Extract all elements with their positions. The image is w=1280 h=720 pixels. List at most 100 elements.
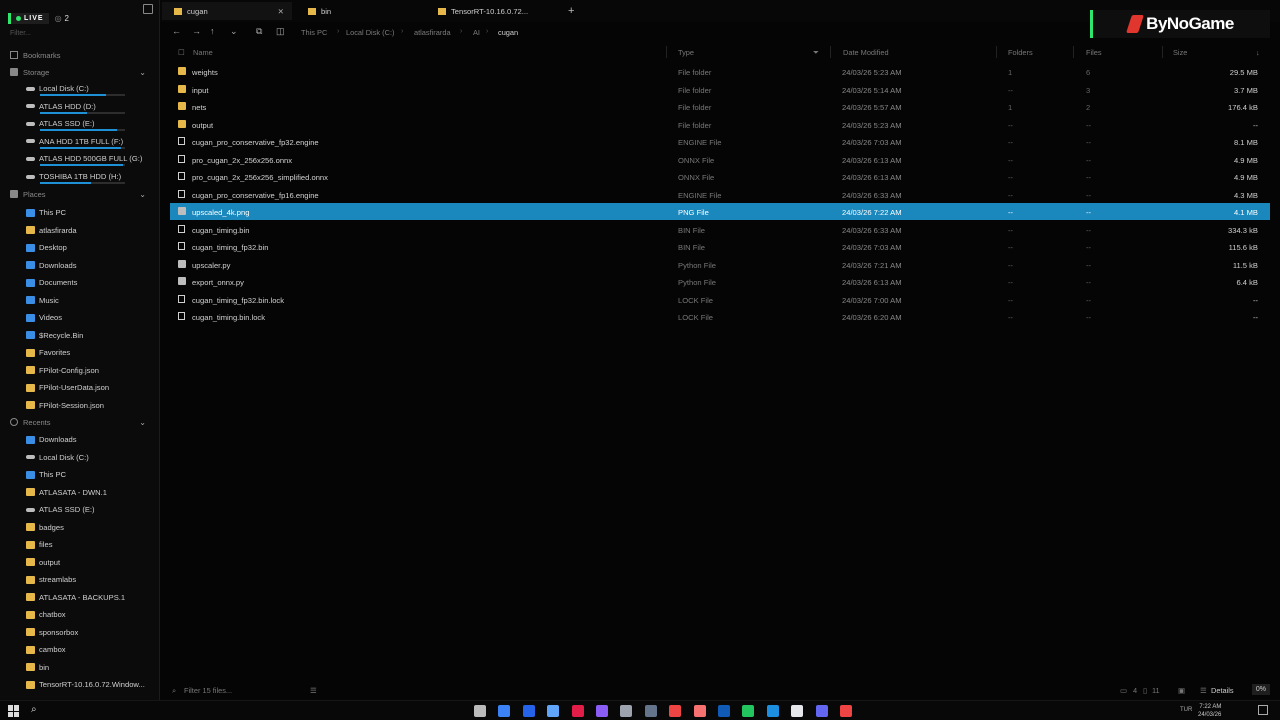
app-icon[interactable] [718, 705, 730, 717]
recents-item[interactable]: chatbox [0, 606, 160, 623]
places-item[interactable]: $Recycle.Bin [0, 327, 160, 344]
app-icon[interactable] [620, 705, 633, 717]
vscode-app-icon[interactable] [766, 705, 779, 717]
places-item[interactable]: atlasfirarda [0, 222, 160, 239]
recents-item[interactable]: TensorRT-10.16.0.72.Window... [0, 676, 160, 693]
column-size[interactable]: Size [1173, 48, 1187, 57]
places-item[interactable]: FPilot-Session.json [0, 397, 160, 414]
chevron-down-icon[interactable]: ⌄ [139, 190, 146, 199]
bookmarks-section[interactable]: Bookmarks [0, 48, 160, 62]
recents-item[interactable]: cambox [0, 641, 160, 658]
recents-item[interactable]: Downloads [0, 431, 160, 448]
tab-bin[interactable]: bin [296, 2, 426, 20]
chevron-down-icon[interactable]: ⌄ [139, 418, 146, 427]
recents-item[interactable]: streamlabs [0, 571, 160, 588]
places-item[interactable]: Videos [0, 309, 160, 326]
column-type[interactable]: Type [678, 48, 694, 57]
new-tab-icon[interactable]: + [568, 5, 574, 17]
column-files[interactable]: Files [1086, 48, 1102, 57]
breadcrumb-item[interactable]: Local Disk (C:) [346, 28, 394, 37]
recents-item[interactable]: sponsorbox [0, 624, 160, 641]
up-arrow-icon[interactable]: ↑ [210, 26, 215, 36]
chevron-down-icon[interactable]: ⌄ [139, 68, 146, 77]
places-item[interactable]: Documents [0, 274, 160, 291]
breadcrumb-current[interactable]: cugan [498, 28, 518, 37]
close-icon[interactable]: ✕ [278, 7, 284, 16]
sort-arrow-icon[interactable]: ↓ [1256, 48, 1260, 57]
file-row[interactable]: export_onnx.py Python File 24/03/26 6:13… [170, 273, 1270, 290]
file-row[interactable]: cugan_timing_fp32.bin BIN File 24/03/26 … [170, 238, 1270, 255]
vivaldi-app-icon[interactable] [840, 705, 852, 717]
filter-options-icon[interactable]: ☰ [310, 686, 317, 695]
places-section[interactable]: Places ⌄ [0, 187, 160, 201]
filter-icon[interactable]: ⏷ [813, 48, 819, 58]
recents-section[interactable]: Recents ⌄ [0, 415, 160, 429]
history-chevron-icon[interactable]: ⌄ [230, 26, 238, 37]
breadcrumb-item[interactable]: This PC [301, 28, 327, 37]
file-row[interactable]: cugan_timing.bin.lock LOCK File 24/03/26… [170, 308, 1270, 325]
settings-app-icon[interactable] [474, 705, 486, 717]
file-row[interactable]: weights File folder 24/03/26 5:23 AM 1 6… [170, 63, 1270, 80]
language-indicator[interactable]: TUR [1180, 707, 1192, 713]
column-divider[interactable] [830, 46, 831, 58]
app-icon[interactable] [693, 705, 706, 717]
after-effects-app-icon[interactable] [547, 705, 560, 717]
file-row[interactable]: cugan_pro_conservative_fp16.engine ENGIN… [170, 186, 1270, 203]
places-item[interactable]: This PC [0, 204, 160, 221]
recents-item[interactable]: ATLAS SSD (E:) [0, 501, 160, 518]
column-divider[interactable] [666, 46, 667, 58]
column-divider[interactable] [996, 46, 997, 58]
discord-app-icon[interactable] [815, 705, 828, 717]
file-row[interactable]: pro_cugan_2x_256x256.onnx ONNX File 24/0… [170, 151, 1270, 168]
recents-item[interactable]: files [0, 536, 160, 553]
spotify-app-icon[interactable] [742, 705, 755, 717]
breadcrumb-item[interactable]: AI [473, 28, 480, 37]
column-name[interactable]: Name [193, 48, 213, 57]
file-row[interactable]: pro_cugan_2x_256x256_simplified.onnx ONN… [170, 168, 1270, 185]
app-icon[interactable] [596, 705, 608, 717]
app-icon[interactable] [644, 705, 657, 717]
column-date-modified[interactable]: Date Modified [843, 48, 889, 57]
places-item[interactable]: Favorites [0, 344, 160, 361]
file-row[interactable]: output File folder 24/03/26 5:23 AM -- -… [170, 116, 1270, 133]
preview-toggle-icon[interactable]: ▣ [1178, 686, 1185, 695]
recents-item[interactable]: output [0, 554, 160, 571]
back-arrow-icon[interactable]: ← [172, 26, 181, 36]
recents-item[interactable]: This PC [0, 466, 160, 483]
file-row[interactable]: upscaler.py Python File 24/03/26 7:21 AM… [170, 256, 1270, 273]
sidebar-filter-input[interactable]: Filter... [10, 28, 150, 38]
details-button[interactable]: Details [1211, 686, 1234, 695]
recents-item[interactable]: badges [0, 519, 160, 536]
youtube-app-icon[interactable] [669, 705, 682, 717]
details-icon[interactable]: ☰ [1200, 686, 1207, 695]
notification-icon[interactable] [1258, 705, 1268, 715]
tab-tensorrt[interactable]: TensorRT-10.16.0.72... [426, 2, 556, 20]
copy-path-icon[interactable]: ⧉ [256, 26, 262, 37]
places-item[interactable]: Desktop [0, 239, 160, 256]
recents-item[interactable]: ATLASATA - DWN.1 [0, 484, 160, 501]
column-folders[interactable]: Folders [1008, 48, 1033, 57]
windows-start-icon[interactable] [8, 705, 20, 717]
bookmark-add-icon[interactable]: ◫ [276, 26, 285, 37]
telegram-app-icon[interactable] [791, 705, 804, 717]
messenger-app-icon[interactable] [498, 705, 511, 717]
file-row[interactable]: cugan_timing_fp32.bin.lock LOCK File 24/… [170, 291, 1270, 308]
file-row[interactable]: nets File folder 24/03/26 5:57 AM 1 2 17… [170, 98, 1270, 115]
tab-cugan[interactable]: cugan ✕ [162, 2, 292, 20]
column-divider[interactable] [1162, 46, 1163, 58]
recents-item[interactable]: Local Disk (C:) [0, 449, 160, 466]
places-item[interactable]: FPilot-Config.json [0, 362, 160, 379]
storage-section[interactable]: Storage ⌄ [0, 65, 160, 79]
photoshop-app-icon[interactable] [522, 705, 535, 717]
checkbox-icon[interactable]: ☐ [178, 48, 185, 57]
file-row[interactable]: upscaled_4k.png PNG File 24/03/26 7:22 A… [170, 203, 1270, 220]
column-divider[interactable] [1073, 46, 1074, 58]
breadcrumb-item[interactable]: atlasfirarda [414, 28, 451, 37]
places-item[interactable]: Downloads [0, 257, 160, 274]
file-filter-input[interactable]: Filter 15 files... [184, 686, 232, 695]
file-row[interactable]: cugan_timing.bin BIN File 24/03/26 6:33 … [170, 221, 1270, 238]
sidebar-toggle-icon[interactable] [143, 4, 153, 14]
recents-item[interactable]: ATLASATA - BACKUPS.1 [0, 589, 160, 606]
places-item[interactable]: FPilot-UserData.json [0, 379, 160, 396]
file-row[interactable]: input File folder 24/03/26 5:14 AM -- 3 … [170, 81, 1270, 98]
